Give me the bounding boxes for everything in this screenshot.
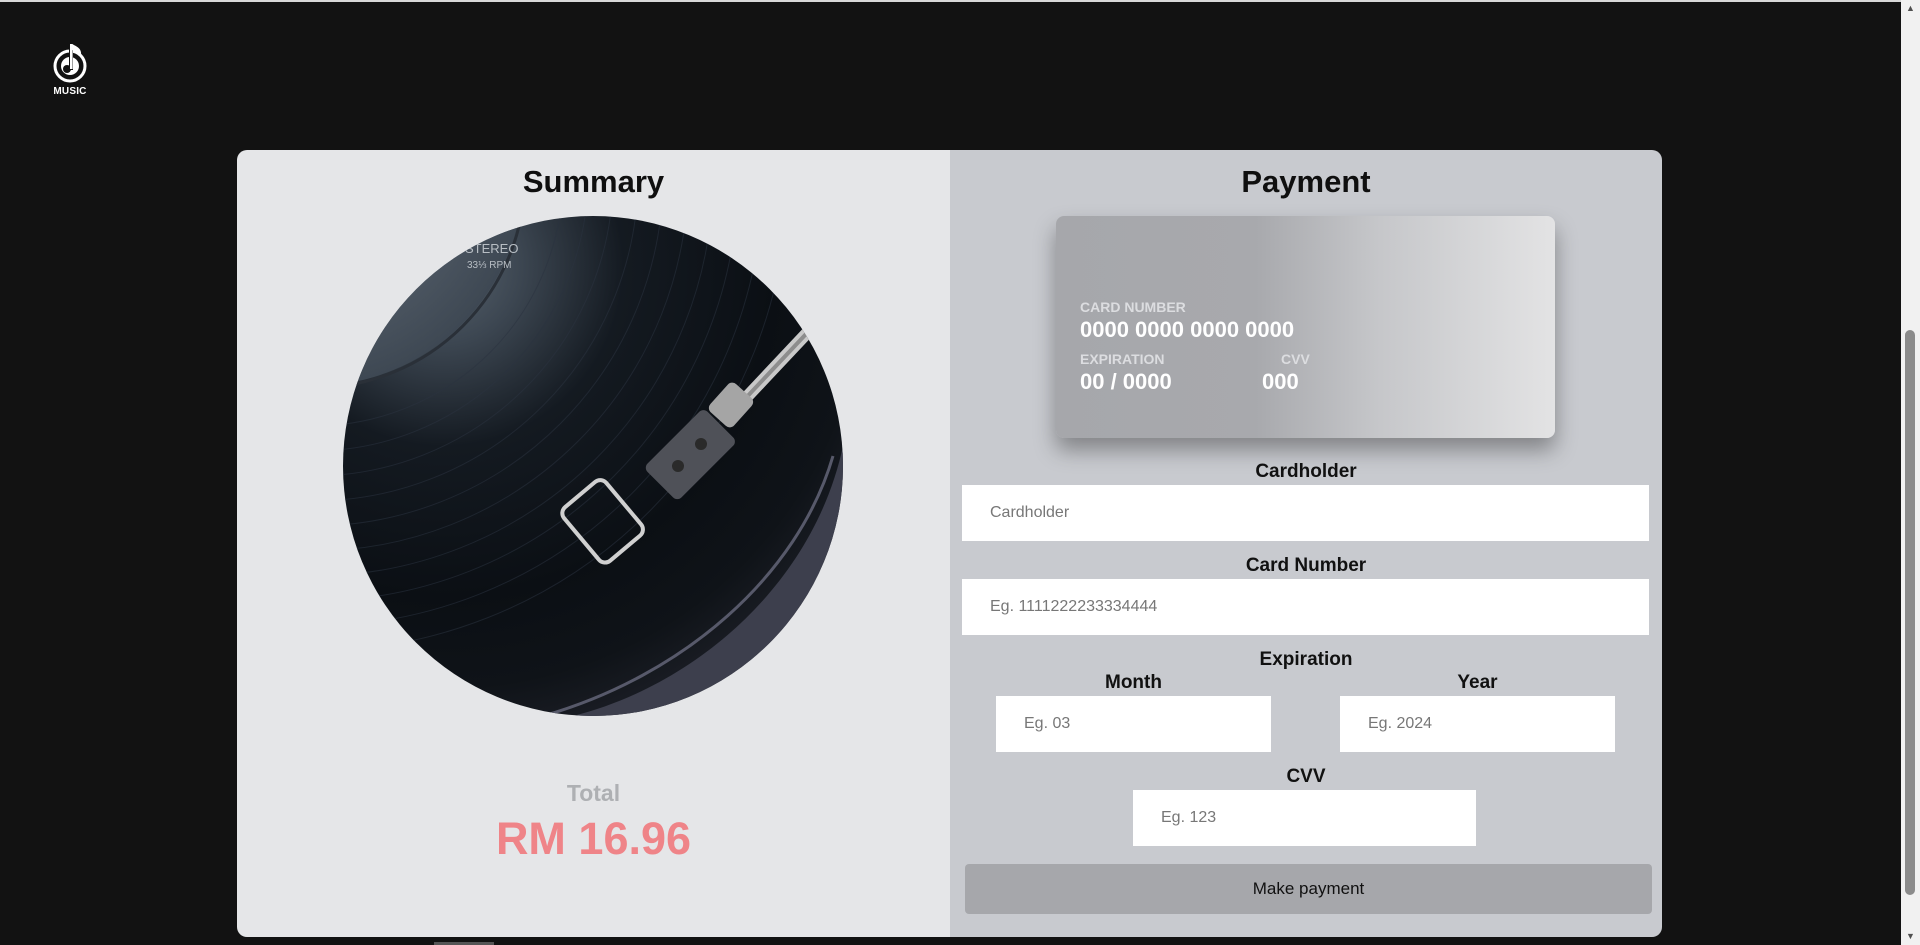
cardholder-input[interactable]: [962, 485, 1649, 541]
vertical-scrollbar[interactable]: ▲ ▼: [1901, 0, 1920, 945]
expiration-label: Expiration: [1259, 649, 1353, 670]
vinyl-illustration: STEREO 33⅓ RPM: [343, 216, 843, 716]
month-label: Month: [1105, 672, 1162, 693]
cvv-label: CVV: [1286, 766, 1326, 787]
music-note-disc-icon: [53, 44, 87, 83]
checkout-panel: Summary STEREO 33⅓ RPM Total RM 16.96 Pa…: [237, 150, 1662, 937]
credit-card-preview: CARD NUMBER 0000 0000 0000 0000 EXPIRATI…: [1056, 216, 1555, 438]
logo-text: MUSIC: [53, 86, 87, 97]
payment-title: Payment: [1241, 164, 1371, 199]
card-number-label: Card Number: [1245, 555, 1367, 576]
scroll-down-arrow-icon[interactable]: ▼: [1901, 928, 1920, 945]
cvv-display: 000: [1262, 369, 1299, 394]
total-label: Total: [566, 780, 621, 806]
card-number-caption: CARD NUMBER: [1080, 299, 1186, 315]
summary-title: Summary: [522, 164, 665, 199]
payment-section: Payment CARD NUMBER 0000 0000 0000 0000 …: [950, 150, 1662, 937]
tonearm-graphic: [560, 310, 829, 565]
cardholder-label: Cardholder: [1255, 461, 1357, 482]
expiration-display: 00 / 0000: [1080, 369, 1172, 394]
year-label: Year: [1457, 672, 1498, 693]
expiration-caption: EXPIRATION: [1080, 351, 1165, 367]
cvv-caption: CVV: [1281, 351, 1310, 367]
brand-logo[interactable]: MUSIC: [50, 42, 90, 102]
expiration-month-input[interactable]: [996, 696, 1271, 752]
make-payment-button[interactable]: Make payment: [965, 864, 1652, 914]
record-label-text: STEREO: [465, 241, 518, 256]
card-number-display: 0000 0000 0000 0000: [1080, 317, 1295, 342]
vinyl-record-image: STEREO 33⅓ RPM: [343, 216, 843, 716]
cvv-input[interactable]: [1133, 790, 1476, 846]
expiration-year-input[interactable]: [1340, 696, 1615, 752]
card-number-input[interactable]: [962, 579, 1649, 635]
page: MUSIC Summary STEREO 33⅓ RPM Total RM 16…: [0, 0, 1920, 945]
window-top-edge: [0, 0, 1901, 2]
scrollbar-thumb[interactable]: [1905, 330, 1915, 895]
summary-section: Summary STEREO 33⅓ RPM Total RM 16.96: [237, 150, 950, 937]
record-speed-text: 33⅓ RPM: [467, 260, 511, 271]
total-amount: RM 16.96: [495, 813, 692, 864]
scroll-up-arrow-icon[interactable]: ▲: [1901, 0, 1920, 17]
